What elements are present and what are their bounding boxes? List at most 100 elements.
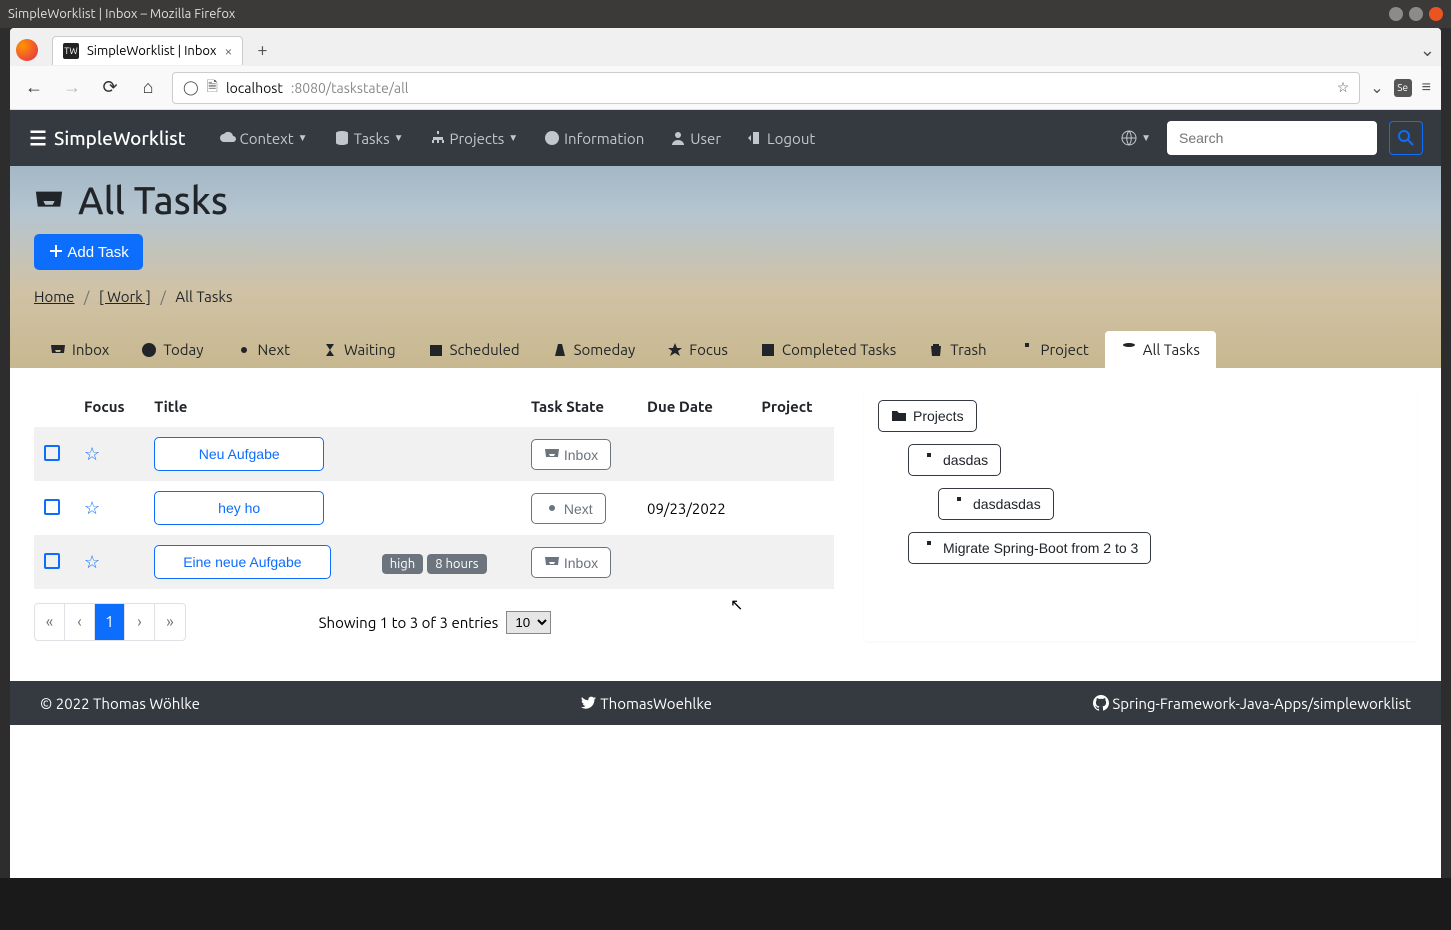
home-button[interactable]: ⌂ [134,77,162,98]
project-item[interactable]: dasdas [908,444,1001,476]
browser-toolbar: ← → ⟳ ⌂ ◯ 🗎 localhost:8080/taskstate/all… [10,66,1441,110]
task-title-button[interactable]: hey ho [154,491,324,525]
footer-twitter[interactable]: ThomasWoehlke [581,695,712,712]
project-item[interactable]: Migrate Spring-Boot from 2 to 3 [908,532,1151,564]
tab-all-tasks[interactable]: All Tasks [1105,331,1216,368]
star-icon [667,342,683,358]
tab-project[interactable]: Project [1003,331,1105,368]
tab-strip: TW SimpleWorklist | Inbox × + ⌄ [10,28,1441,66]
nav-context[interactable]: Context▼ [210,124,318,153]
col-due[interactable]: Due Date [637,386,751,427]
cloud-icon [220,130,236,146]
cogs-icon [236,342,252,358]
task-title-button[interactable]: Neu Aufgabe [154,437,324,471]
col-title[interactable]: Title [144,386,372,427]
add-task-button[interactable]: Add Task [34,234,143,270]
logout-icon [747,130,763,146]
folder-icon [891,408,907,424]
focus-star[interactable]: ☆ [84,498,100,518]
tab-today[interactable]: Today [125,331,219,368]
reload-button[interactable]: ⟳ [96,77,124,98]
breadcrumb-current: All Tasks [175,288,232,305]
page-1[interactable]: 1 [95,604,125,640]
nav-projects[interactable]: Projects▼ [420,124,529,153]
col-focus[interactable]: Focus [74,386,144,427]
page-prev[interactable]: ‹ [65,604,95,640]
bookmark-star-icon[interactable]: ☆ [1337,79,1350,96]
tab-title: SimpleWorklist | Inbox [87,44,216,58]
favicon-icon: TW [63,43,79,59]
window-maximize-button[interactable] [1409,7,1423,21]
brand[interactable]: SimpleWorklist [28,127,186,149]
row-checkbox[interactable] [44,499,60,515]
focus-star[interactable]: ☆ [84,552,100,572]
footer-github[interactable]: Spring-Framework-Java-Apps/simpleworklis… [1093,695,1411,712]
cogs-icon [544,500,560,516]
tab-next[interactable]: Next [220,331,306,368]
forward-button[interactable]: → [58,77,86,98]
nav-user[interactable]: User [660,124,731,153]
sitemap-icon [951,496,967,512]
task-state-button[interactable]: Next [531,493,606,524]
task-title-button[interactable]: Eine neue Aufgabe [154,545,330,579]
table-row: ☆ Neu Aufgabe Inbox [34,427,834,481]
tab-scheduled[interactable]: Scheduled [412,331,536,368]
project-sidebar: Projects dasdas dasdasdas Migrate Spring… [864,386,1417,641]
task-state-button[interactable]: Inbox [531,547,611,578]
project-root[interactable]: Projects [878,400,977,432]
window-close-button[interactable] [1429,7,1443,21]
trash-icon [928,342,944,358]
shield-icon: ◯ [183,79,199,96]
page-last[interactable]: » [155,604,185,640]
col-state[interactable]: Task State [521,386,637,427]
tab-focus[interactable]: Focus [651,331,744,368]
tab-completed[interactable]: Completed Tasks [744,331,912,368]
task-state-button[interactable]: Inbox [531,439,611,470]
col-project[interactable]: Project [751,386,834,427]
tasks-table: Focus Title Task State Due Date Project … [34,386,834,589]
url-bar[interactable]: ◯ 🗎 localhost:8080/taskstate/all ☆ [172,72,1360,104]
page-size-select[interactable]: 10 [506,611,551,634]
browser-window: TW SimpleWorklist | Inbox × + ⌄ ← → ⟳ ⌂ … [10,28,1441,878]
search-button[interactable] [1389,121,1423,155]
tab-someday[interactable]: Someday [536,331,652,368]
window-title: SimpleWorklist | Inbox – Mozilla Firefox [8,7,1389,21]
tab-waiting[interactable]: Waiting [306,331,412,368]
nav-information[interactable]: Information [534,124,654,153]
breadcrumb-work[interactable]: [ Work ] [99,288,151,305]
project-item[interactable]: dasdasdas [938,488,1054,520]
user-icon [670,130,686,146]
tab-list-button[interactable]: ⌄ [1414,40,1441,61]
browser-tab[interactable]: TW SimpleWorklist | Inbox × [52,36,243,65]
tab-trash[interactable]: Trash [912,331,1002,368]
page-content: SimpleWorklist Context▼ Tasks▼ Projects▼… [10,110,1441,878]
info-icon [544,130,560,146]
sitemap-icon [921,452,937,468]
new-tab-button[interactable]: + [251,40,273,60]
nav-language[interactable]: ▼ [1111,124,1161,152]
selenium-icon[interactable]: Se [1394,79,1412,97]
row-checkbox[interactable] [44,553,60,569]
app-navbar: SimpleWorklist Context▼ Tasks▼ Projects▼… [10,110,1441,166]
pocket-icon[interactable]: ⌄ [1370,78,1383,97]
clock-icon [141,342,157,358]
database-icon [1121,342,1137,358]
breadcrumb-home[interactable]: Home [34,288,74,305]
row-checkbox[interactable] [44,445,60,461]
tab-close-button[interactable]: × [224,43,232,59]
os-titlebar: SimpleWorklist | Inbox – Mozilla Firefox [0,0,1451,28]
database-icon [334,130,350,146]
nav-tasks[interactable]: Tasks▼ [324,124,414,153]
url-host: localhost [226,80,283,96]
back-button[interactable]: ← [20,77,48,98]
firefox-icon [16,39,38,61]
globe-icon [1121,130,1137,146]
search-input[interactable] [1167,121,1377,155]
window-minimize-button[interactable] [1389,7,1403,21]
focus-star[interactable]: ☆ [84,444,100,464]
page-first[interactable]: « [35,604,65,640]
nav-logout[interactable]: Logout [737,124,825,153]
hamburger-menu-button[interactable]: ≡ [1422,78,1431,97]
page-next[interactable]: › [125,604,155,640]
tab-inbox[interactable]: Inbox [34,331,125,368]
